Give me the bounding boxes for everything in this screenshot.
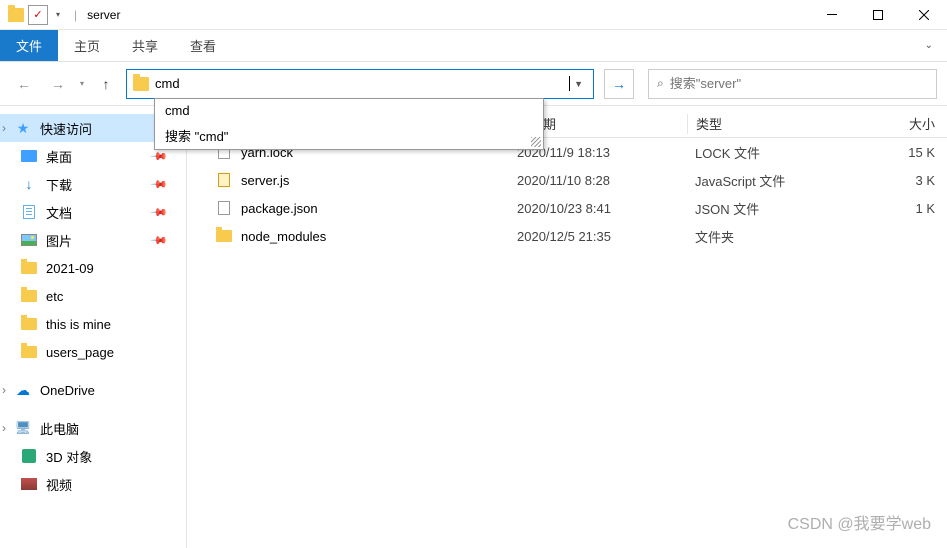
sidebar-downloads[interactable]: ↓ 下载 📌: [0, 170, 186, 198]
file-size: 15 K: [847, 145, 947, 160]
sidebar-label: 快速访问: [40, 119, 92, 138]
sidebar-thispc[interactable]: 🖥 此电脑: [0, 414, 186, 442]
minimize-button[interactable]: [809, 0, 855, 30]
file-date: 2020/10/23 8:41: [517, 201, 687, 216]
sidebar-folder[interactable]: etc: [0, 282, 186, 310]
search-input[interactable]: [670, 76, 928, 91]
go-button[interactable]: →: [604, 69, 634, 99]
navbar: ← → ▾ ↑ ▼ cmd 搜索 "cmd" → ⌕: [0, 62, 947, 106]
back-button[interactable]: ←: [10, 70, 38, 98]
sidebar-videos[interactable]: 视频: [0, 470, 186, 498]
sidebar-label: 3D 对象: [46, 447, 92, 466]
address-bar[interactable]: ▼: [126, 69, 594, 99]
dropdown-item-cmd[interactable]: cmd: [155, 99, 543, 122]
sidebar-label: OneDrive: [40, 383, 95, 398]
file-type: LOCK 文件: [687, 143, 847, 162]
sidebar-folder[interactable]: 2021-09: [0, 254, 186, 282]
sidebar: ★ 快速访问 桌面 📌 ↓ 下载 📌 文档 📌 图片 📌 2021-09 etc this …: [0, 106, 187, 548]
sidebar-label: 视频: [46, 475, 72, 494]
file-date: 2020/11/10 8:28: [517, 173, 687, 188]
history-dropdown-icon[interactable]: ▾: [80, 79, 84, 88]
sidebar-label: 图片: [46, 231, 72, 250]
ribbon-expand-icon[interactable]: ⌄: [911, 30, 947, 61]
sidebar-label: 2021-09: [46, 261, 94, 276]
sidebar-pictures[interactable]: 图片 📌: [0, 226, 186, 254]
sidebar-label: users_page: [46, 345, 114, 360]
star-icon: ★: [14, 120, 32, 136]
search-icon: ⌕: [657, 76, 664, 91]
tab-view[interactable]: 查看: [174, 30, 232, 61]
pc-icon: 🖥: [14, 420, 32, 436]
file-icon: [218, 173, 230, 187]
col-type-header[interactable]: 类型: [687, 114, 847, 134]
file-type: JSON 文件: [687, 199, 847, 218]
file-type: 文件夹: [687, 227, 847, 246]
qat-properties-icon[interactable]: ✓: [28, 5, 48, 25]
download-icon: ↓: [20, 176, 38, 192]
file-name: server.js: [241, 173, 289, 188]
document-icon: [23, 205, 35, 219]
sidebar-onedrive[interactable]: ☁ OneDrive: [0, 376, 186, 404]
address-input[interactable]: [155, 76, 570, 91]
dropdown-item-search[interactable]: 搜索 "cmd": [155, 122, 543, 149]
search-box[interactable]: ⌕: [648, 69, 937, 99]
qat-dropdown-icon[interactable]: ▾: [52, 10, 64, 19]
pin-icon: 📌: [150, 231, 169, 250]
up-button[interactable]: ↑: [92, 70, 120, 98]
file-name: package.json: [241, 201, 318, 216]
titlebar: ✓ ▾ | server: [0, 0, 947, 30]
sidebar-label: 此电脑: [40, 419, 79, 438]
sidebar-folder[interactable]: this is mine: [0, 310, 186, 338]
folder-icon: [21, 262, 37, 274]
sidebar-label: this is mine: [46, 317, 111, 332]
file-date: 2020/12/5 21:35: [517, 229, 687, 244]
file-row[interactable]: server.js 2020/11/10 8:28 JavaScript 文件 …: [187, 166, 947, 194]
title-separator: |: [74, 8, 77, 22]
file-list: 攻日期 类型 大小 yarn.lock 2020/11/9 18:13 LOCK…: [187, 106, 947, 548]
tab-share[interactable]: 共享: [116, 30, 174, 61]
file-type: JavaScript 文件: [687, 171, 847, 190]
folder-icon: [21, 346, 37, 358]
sidebar-documents[interactable]: 文档 📌: [0, 198, 186, 226]
cube-icon: [22, 449, 36, 463]
sidebar-label: 下载: [46, 175, 72, 194]
tab-file[interactable]: 文件: [0, 30, 58, 61]
pin-icon: 📌: [150, 175, 169, 194]
file-size: 1 K: [847, 201, 947, 216]
close-button[interactable]: [901, 0, 947, 30]
address-dropdown-icon[interactable]: ▼: [570, 79, 587, 89]
file-row[interactable]: package.json 2020/10/23 8:41 JSON 文件 1 K: [187, 194, 947, 222]
app-icon: [8, 8, 24, 22]
file-size: 3 K: [847, 173, 947, 188]
file-row[interactable]: node_modules 2020/12/5 21:35 文件夹: [187, 222, 947, 250]
maximize-button[interactable]: [855, 0, 901, 30]
folder-icon: [216, 230, 232, 242]
window-title: server: [87, 8, 120, 22]
sidebar-folder[interactable]: users_page: [0, 338, 186, 366]
pin-icon: 📌: [150, 203, 169, 222]
sidebar-label: 文档: [46, 203, 72, 222]
folder-icon: [21, 290, 37, 302]
tab-home[interactable]: 主页: [58, 30, 116, 61]
desktop-icon: [21, 150, 37, 162]
cloud-icon: ☁: [14, 382, 32, 398]
address-dropdown: cmd 搜索 "cmd": [154, 98, 544, 150]
file-icon: [218, 201, 230, 215]
sidebar-label: 桌面: [46, 147, 72, 166]
col-size-header[interactable]: 大小: [847, 114, 947, 133]
ribbon-tabs: 文件 主页 共享 查看 ⌄: [0, 30, 947, 62]
file-name: node_modules: [241, 229, 326, 244]
sidebar-3d[interactable]: 3D 对象: [0, 442, 186, 470]
resize-grip-icon[interactable]: [531, 137, 541, 147]
address-folder-icon: [133, 77, 149, 91]
video-icon: [21, 478, 37, 490]
folder-icon: [21, 318, 37, 330]
sidebar-label: etc: [46, 289, 63, 304]
picture-icon: [21, 234, 37, 246]
forward-button[interactable]: →: [44, 70, 72, 98]
